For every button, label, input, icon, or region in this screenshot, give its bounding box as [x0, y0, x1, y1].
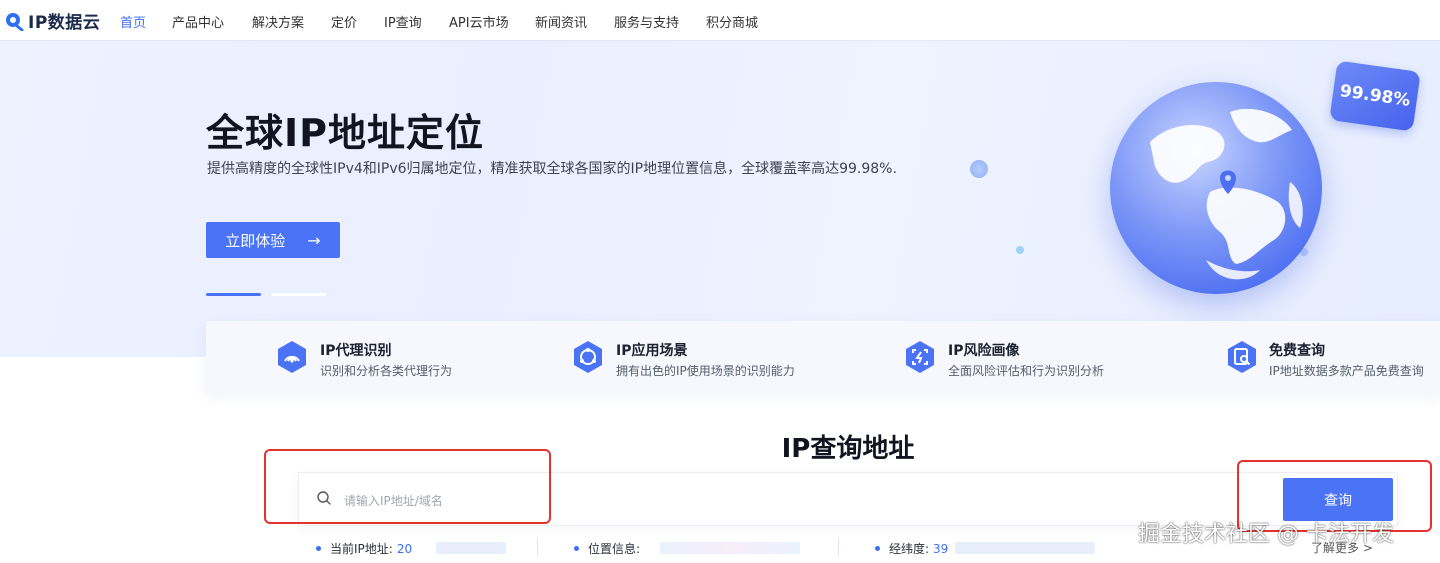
search-icon — [317, 491, 331, 505]
try-now-button[interactable]: 立即体验 → — [206, 222, 340, 258]
redacted-value — [436, 542, 506, 554]
current-ip-info: 当前IP地址: 20 — [316, 540, 412, 557]
decor-bubble — [970, 160, 988, 178]
nav-item-points-mall[interactable]: 积分商城 — [706, 12, 758, 31]
feature-title: 免费查询 — [1269, 343, 1325, 359]
redacted-value — [660, 542, 800, 554]
feature-desc: IP地址数据多款产品免费查询 — [1269, 364, 1424, 378]
bullet-dot-icon — [316, 546, 321, 551]
carousel-indicator[interactable] — [271, 293, 326, 296]
arrow-right-icon: → — [307, 230, 321, 250]
location-info: 位置信息: — [574, 540, 644, 557]
nav-item-news[interactable]: 新闻资讯 — [535, 12, 587, 31]
top-nav: IP数据云 首页 产品中心 解决方案 定价 IP查询 API云市场 新闻资讯 服… — [0, 0, 1440, 40]
ip-search-input[interactable] — [342, 488, 946, 514]
feature-title: IP代理识别 — [320, 343, 392, 359]
feature-free-query[interactable]: 免费查询 IP地址数据多款产品免费查询 — [1166, 321, 1440, 393]
ring-icon — [574, 341, 602, 373]
current-ip-label: 当前IP地址: — [330, 542, 393, 556]
cloud-logo-icon — [6, 13, 24, 31]
nav-item-pricing[interactable]: 定价 — [331, 12, 357, 31]
carousel-indicator-active[interactable] — [206, 293, 261, 296]
feature-strip: IP代理识别 识别和分析各类代理行为 IP应用场景 拥有出色的IP使用场景的识别… — [206, 321, 1440, 393]
scan-icon — [906, 341, 934, 373]
decor-bubble — [1016, 246, 1024, 254]
query-title: IP查询地址 — [781, 434, 915, 464]
feature-title: IP风险画像 — [948, 343, 1020, 359]
coverage-badge: 99.98% — [1329, 60, 1421, 132]
magnify-doc-icon — [1228, 341, 1256, 373]
feature-desc: 全面风险评估和行为识别分析 — [948, 364, 1105, 378]
hero-subtitle: 提供高精度的全球性IPv4和IPv6归属地定位，精准获取全球各国家的IP地理位置… — [207, 161, 897, 177]
globe-continents-icon — [1150, 108, 1303, 280]
divider — [838, 538, 839, 556]
signal-icon — [278, 341, 306, 373]
location-label: 位置信息: — [588, 542, 641, 556]
nav-item-products[interactable]: 产品中心 — [172, 12, 224, 31]
nav-item-support[interactable]: 服务与支持 — [614, 12, 679, 31]
redacted-value — [955, 542, 1095, 554]
hero-title: 全球IP地址定位 — [206, 111, 484, 155]
bullet-dot-icon — [875, 546, 880, 551]
brand-logo[interactable]: IP数据云 — [4, 6, 100, 34]
coords-value: 39 — [933, 541, 949, 556]
coords-label: 经纬度: — [889, 542, 930, 556]
nav-item-solutions[interactable]: 解决方案 — [252, 12, 304, 31]
nav-item-home[interactable]: 首页 — [120, 12, 146, 31]
current-ip-value: 20 — [396, 541, 413, 556]
try-now-label: 立即体验 — [225, 231, 286, 250]
feature-app-scenario[interactable]: IP应用场景 拥有出色的IP使用场景的识别能力 — [506, 321, 836, 393]
nav-item-api-market[interactable]: API云市场 — [449, 12, 509, 31]
feature-proxy-detection[interactable]: IP代理识别 识别和分析各类代理行为 — [206, 321, 506, 393]
brand-name: IP数据云 — [28, 12, 101, 33]
hero-banner: 全球IP地址定位 提供高精度的全球性IPv4和IPv6归属地定位，精准获取全球各… — [0, 40, 1440, 357]
feature-desc: 识别和分析各类代理行为 — [320, 364, 453, 378]
watermark-text: 掘金技术社区 @ 卡法开发 — [1138, 522, 1394, 547]
feature-risk-profile[interactable]: IP风险画像 全面风险评估和行为识别分析 — [836, 321, 1166, 393]
bullet-dot-icon — [574, 546, 579, 551]
coords-info: 经纬度: 39 — [875, 540, 948, 557]
query-button[interactable]: 查询 — [1283, 478, 1393, 521]
globe-illustration — [1110, 82, 1322, 294]
nav-item-ip-query[interactable]: IP查询 — [384, 12, 422, 31]
divider — [537, 538, 538, 556]
feature-title: IP应用场景 — [616, 343, 688, 359]
feature-desc: 拥有出色的IP使用场景的识别能力 — [616, 364, 795, 378]
